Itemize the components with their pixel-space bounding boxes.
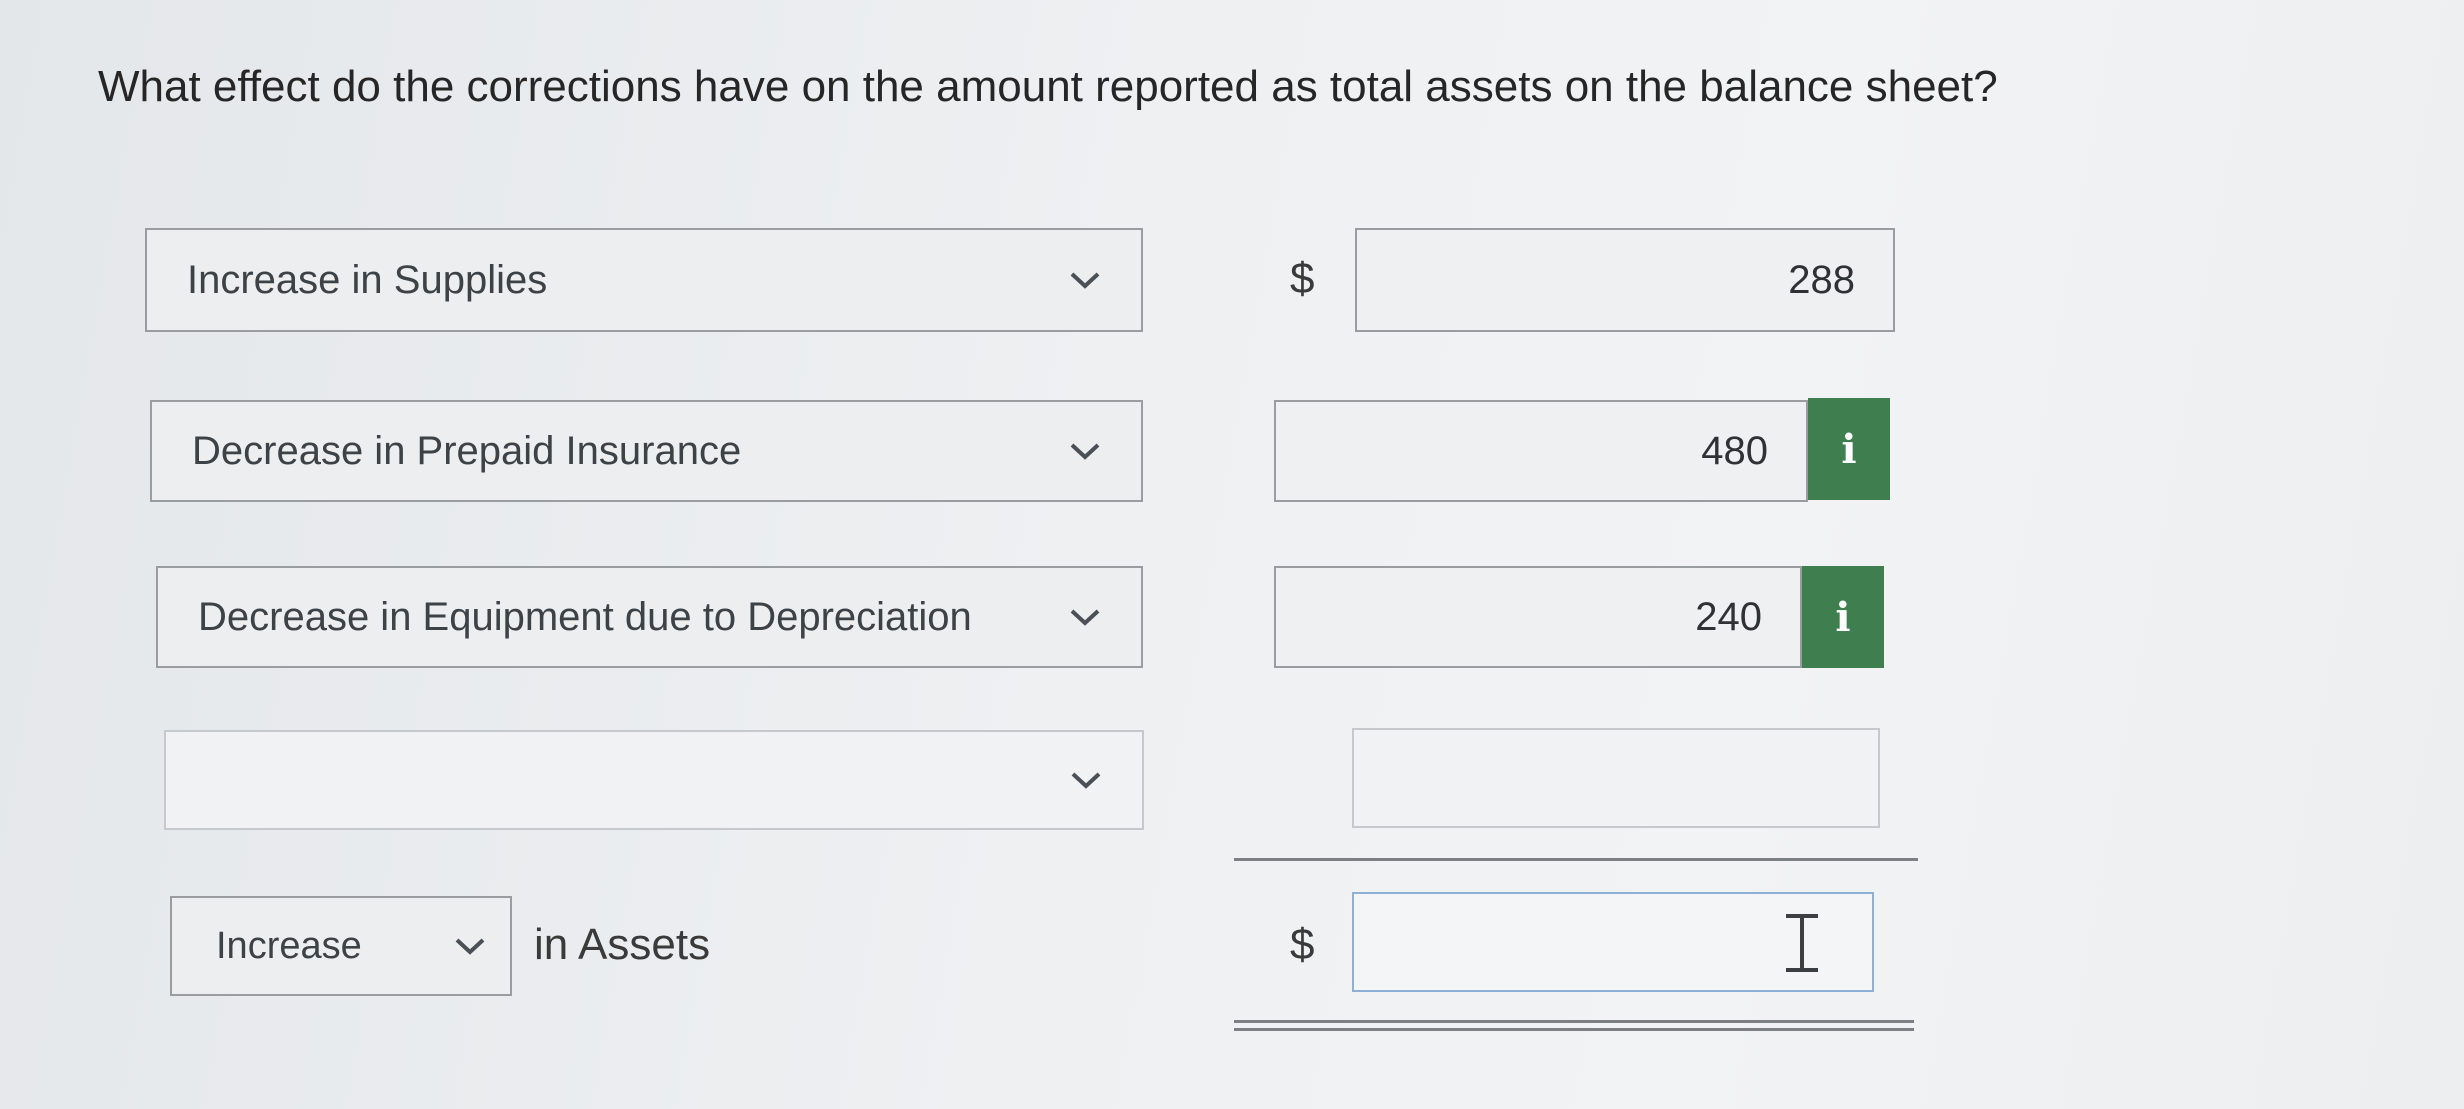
subtotal-rule	[1234, 858, 1918, 861]
adjustment-select-3[interactable]: Decrease in Equipment due to Depreciatio…	[156, 566, 1143, 668]
currency-symbol: $	[1290, 254, 1315, 303]
chevron-down-icon	[450, 926, 490, 966]
in-assets-label: in Assets	[534, 920, 711, 969]
adjustment-select-1[interactable]: Increase in Supplies	[145, 228, 1143, 332]
adjustment-select-1-value: Increase in Supplies	[187, 257, 548, 302]
direction-select[interactable]: Increase	[170, 896, 512, 996]
question-text: What effect do the corrections have on t…	[98, 62, 1998, 111]
chevron-down-icon	[1066, 760, 1106, 800]
amount-input-3[interactable]: 240	[1274, 566, 1802, 668]
amount-input-1-value: 288	[1788, 257, 1855, 302]
chevron-down-icon	[1065, 597, 1105, 637]
chevron-down-icon	[1065, 431, 1105, 471]
adjustment-select-2[interactable]: Decrease in Prepaid Insurance	[150, 400, 1143, 502]
total-rule-top	[1234, 1020, 1914, 1023]
text-cursor-icon	[1786, 914, 1818, 972]
adjustment-select-4[interactable]	[164, 730, 1144, 830]
amount-input-2[interactable]: 480	[1274, 400, 1808, 502]
info-icon[interactable]: i	[1802, 566, 1884, 668]
chevron-down-icon	[1065, 260, 1105, 300]
direction-select-value: Increase	[216, 924, 362, 967]
total-rule-bottom	[1234, 1028, 1914, 1031]
amount-input-3-value: 240	[1695, 594, 1762, 639]
currency-symbol: $	[1290, 920, 1315, 969]
amount-input-4[interactable]	[1352, 728, 1880, 828]
adjustment-select-3-value: Decrease in Equipment due to Depreciatio…	[198, 594, 972, 639]
amount-input-2-value: 480	[1701, 428, 1768, 473]
adjustment-select-2-value: Decrease in Prepaid Insurance	[192, 428, 742, 473]
info-icon[interactable]: i	[1808, 398, 1890, 500]
amount-input-1[interactable]: 288	[1355, 228, 1895, 332]
